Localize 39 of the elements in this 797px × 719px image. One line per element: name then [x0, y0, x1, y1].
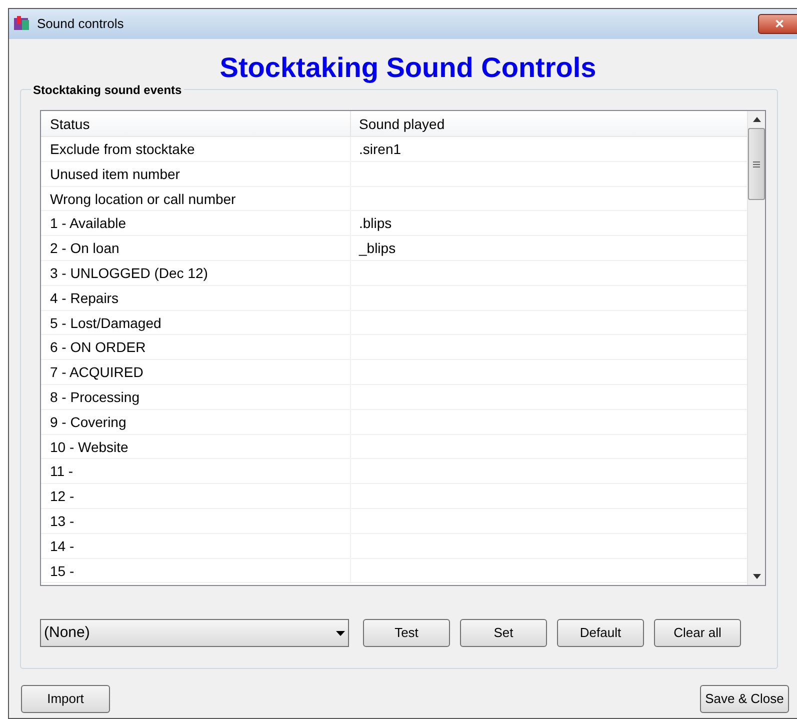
table-cell: 15 -	[41, 558, 351, 582]
table-cell: 1 - Available	[41, 211, 351, 236]
save-close-button[interactable]: Save & Close	[700, 685, 789, 713]
window-title: Sound controls	[37, 15, 124, 34]
table-cell: 8 - Processing	[41, 384, 351, 409]
grip-icon	[753, 160, 760, 168]
table-cell-text: _blips	[358, 239, 397, 258]
table-cell: 6 - ON ORDER	[41, 335, 351, 360]
table-cell-text: .siren1	[358, 140, 402, 159]
table-cell: 9 - Covering	[41, 410, 351, 434]
scroll-thumb[interactable]	[748, 128, 765, 200]
table-cell: 5 - Lost/Damaged	[41, 310, 351, 334]
scroll-up-icon[interactable]	[752, 117, 760, 122]
table-cell: 2 - On loan	[41, 236, 351, 260]
table-cell: 10 - Website	[41, 434, 351, 458]
scroll-down-icon[interactable]	[752, 574, 760, 579]
table-cell: 13 -	[41, 508, 351, 533]
dropdown-arrow-icon	[336, 630, 345, 636]
action-button[interactable]: Clear all	[654, 619, 741, 647]
table-cell: Exclude from stocktake	[41, 137, 351, 161]
table-cell: 7 - ACQUIRED	[41, 360, 351, 384]
table-cell: 11 -	[41, 459, 351, 484]
action-button[interactable]: Set	[460, 619, 547, 647]
table-cell: Unused item number	[41, 162, 351, 186]
table-cell-text: .blips	[358, 214, 393, 234]
scrollbar[interactable]	[747, 111, 765, 585]
table-cell: 12 -	[41, 484, 351, 508]
heading: Stocktaking Sound Controls	[220, 51, 596, 85]
action-button[interactable]: Test	[363, 619, 450, 647]
import-button[interactable]: Import	[21, 685, 110, 713]
column-header[interactable]: Status	[41, 111, 351, 136]
action-button[interactable]: Default	[557, 619, 644, 647]
column-header[interactable]: Sound played	[351, 111, 747, 136]
app-icon	[13, 15, 31, 33]
table-cell: 4 - Repairs	[41, 286, 351, 310]
table-cell: Wrong location or call number	[41, 186, 351, 210]
table-cell: 14 -	[41, 534, 351, 558]
table-cell: 3 - UNLOGGED (Dec 12)	[41, 260, 351, 285]
sound-dropdown[interactable]: (None)	[40, 619, 349, 647]
